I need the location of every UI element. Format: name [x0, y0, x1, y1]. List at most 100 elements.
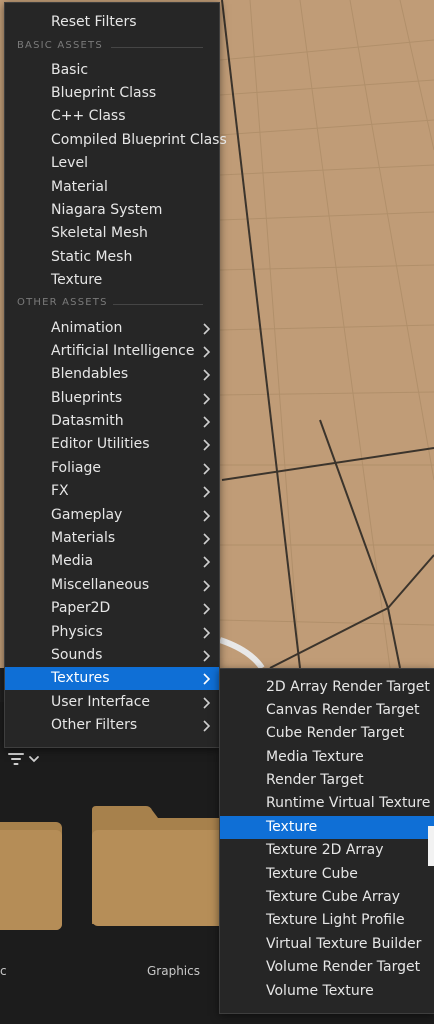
menu-item-physics[interactable]: Physics [5, 621, 219, 644]
menu-item-reset-filters[interactable]: Reset Filters [5, 11, 219, 34]
chevron-right-icon [203, 627, 211, 639]
menu-item-level[interactable]: Level [5, 152, 219, 175]
menu-item-editor-utilities[interactable]: Editor Utilities [5, 433, 219, 456]
chevron-right-icon [203, 603, 211, 615]
menu-item-foliage[interactable]: Foliage [5, 457, 219, 480]
menu-item-label: Material [51, 179, 108, 195]
menu-item-texture[interactable]: Texture [5, 269, 219, 292]
filter-button[interactable] [6, 748, 46, 770]
submenu-item-virtual-texture-builder[interactable]: Virtual Texture Builder [220, 933, 434, 956]
menu-item-user-interface[interactable]: User Interface [5, 691, 219, 714]
menu-item-label: Sounds [51, 647, 103, 663]
menu-item-label: Materials [51, 530, 116, 546]
submenu-item-volume-render-target[interactable]: Volume Render Target [220, 956, 434, 979]
menu-item-label: Gameplay [51, 507, 123, 523]
folder-icon[interactable] [90, 804, 230, 928]
divider [113, 304, 203, 305]
chevron-right-icon [203, 439, 211, 451]
chevron-right-icon [203, 720, 211, 732]
submenu-item-texture-cube[interactable]: Texture Cube [220, 863, 434, 886]
menu-item-blendables[interactable]: Blendables [5, 363, 219, 386]
submenu-item-media-texture[interactable]: Media Texture [220, 746, 434, 769]
submenu-item-texture[interactable]: Texture [220, 816, 434, 839]
chevron-right-icon [203, 463, 211, 475]
chevron-right-icon [203, 416, 211, 428]
menu-item-label: Texture Light Profile [266, 912, 405, 928]
menu-item-label: Texture Cube Array [266, 889, 401, 905]
folder-label: c [0, 964, 7, 978]
chevron-right-icon [203, 393, 211, 405]
menu-item-label: Static Mesh [51, 249, 133, 265]
submenu-item-runtime-virtual-texture[interactable]: Runtime Virtual Texture [220, 792, 434, 815]
menu-item-gameplay[interactable]: Gameplay [5, 504, 219, 527]
menu-item-label: Skeletal Mesh [51, 225, 148, 241]
chevron-right-icon [203, 323, 211, 335]
menu-item-label: Texture [51, 272, 103, 288]
menu-item-niagara-system[interactable]: Niagara System [5, 199, 219, 222]
menu-item-label: Physics [51, 624, 103, 640]
chevron-right-icon [203, 369, 211, 381]
menu-item-sounds[interactable]: Sounds [5, 644, 219, 667]
section-header-label: OTHER ASSETS [17, 297, 108, 308]
menu-item-label: Editor Utilities [51, 436, 150, 452]
menu-item-label: Textures [51, 670, 110, 686]
submenu-item-texture-cube-array[interactable]: Texture Cube Array [220, 886, 434, 909]
menu-item-label: Media Texture [266, 749, 364, 765]
submenu-item-texture-light-profile[interactable]: Texture Light Profile [220, 909, 434, 932]
submenu-item-render-target[interactable]: Render Target [220, 769, 434, 792]
menu-item-paper2d[interactable]: Paper2D [5, 597, 219, 620]
menu-item-basic[interactable]: Basic [5, 59, 219, 82]
submenu-item-volume-texture[interactable]: Volume Texture [220, 980, 434, 1003]
folder-icon[interactable] [0, 812, 70, 930]
section-header-basic-assets: BASIC ASSETS [17, 39, 213, 55]
menu-item-label: Texture 2D Array [266, 842, 384, 858]
menu-item-media[interactable]: Media [5, 550, 219, 573]
menu-item-label: Foliage [51, 460, 101, 476]
menu-item-label: Paper2D [51, 600, 111, 616]
menu-item-miscellaneous[interactable]: Miscellaneous [5, 574, 219, 597]
menu-item-materials[interactable]: Materials [5, 527, 219, 550]
submenu-item-canvas-render-target[interactable]: Canvas Render Target [220, 699, 434, 722]
chevron-down-icon [29, 756, 39, 763]
filter-menu: Reset Filters BASIC ASSETS Basic Bluepri… [4, 2, 227, 748]
menu-item-material[interactable]: Material [5, 176, 219, 199]
menu-item-label: Canvas Render Target [266, 702, 420, 718]
menu-item-datasmith[interactable]: Datasmith [5, 410, 219, 433]
menu-item-textures[interactable]: Textures [5, 667, 219, 690]
menu-item-fx[interactable]: FX [5, 480, 219, 503]
menu-item-label: Level [51, 155, 88, 171]
menu-item-label: User Interface [51, 694, 151, 710]
menu-item-blueprint-class[interactable]: Blueprint Class [5, 82, 219, 105]
chevron-right-icon [203, 346, 211, 358]
menu-item-label: Blueprint Class [51, 85, 157, 101]
menu-item-label: Artificial Intelligence [51, 343, 195, 359]
menu-item-label: Basic [51, 62, 89, 78]
menu-item-label: Runtime Virtual Texture [266, 795, 431, 811]
submenu-item-2d-array-render-target[interactable]: 2D Array Render Target [220, 676, 434, 699]
divider [111, 47, 203, 48]
menu-item-label: Media [51, 553, 94, 569]
submenu-item-cube-render-target[interactable]: Cube Render Target [220, 722, 434, 745]
menu-item-label: Blueprints [51, 390, 123, 406]
chevron-right-icon [203, 580, 211, 592]
submenu-item-texture-2d-array[interactable]: Texture 2D Array [220, 839, 434, 862]
menu-item-artificial-intelligence[interactable]: Artificial Intelligence [5, 340, 219, 363]
menu-item-label: Reset Filters [51, 14, 137, 30]
chevron-right-icon [203, 697, 211, 709]
menu-item-label: 2D Array Render Target [266, 679, 430, 695]
menu-item-compiled-blueprint-class[interactable]: Compiled Blueprint Class [5, 129, 227, 152]
menu-item-label: Virtual Texture Builder [266, 936, 422, 952]
menu-item-blueprints[interactable]: Blueprints [5, 387, 219, 410]
menu-item-static-mesh[interactable]: Static Mesh [5, 246, 219, 269]
menu-item-label: Miscellaneous [51, 577, 150, 593]
menu-item-label: Niagara System [51, 202, 163, 218]
menu-item-other-filters[interactable]: Other Filters [5, 714, 219, 737]
menu-item-label: Other Filters [51, 717, 138, 733]
textures-submenu: 2D Array Render Target Canvas Render Tar… [219, 668, 434, 1014]
menu-item-cpp-class[interactable]: C++ Class [5, 105, 219, 128]
menu-item-skeletal-mesh[interactable]: Skeletal Mesh [5, 222, 219, 245]
menu-item-animation[interactable]: Animation [5, 317, 219, 340]
chevron-right-icon [203, 533, 211, 545]
menu-item-label: Volume Render Target [266, 959, 421, 975]
menu-item-label: Texture Cube [266, 866, 358, 882]
